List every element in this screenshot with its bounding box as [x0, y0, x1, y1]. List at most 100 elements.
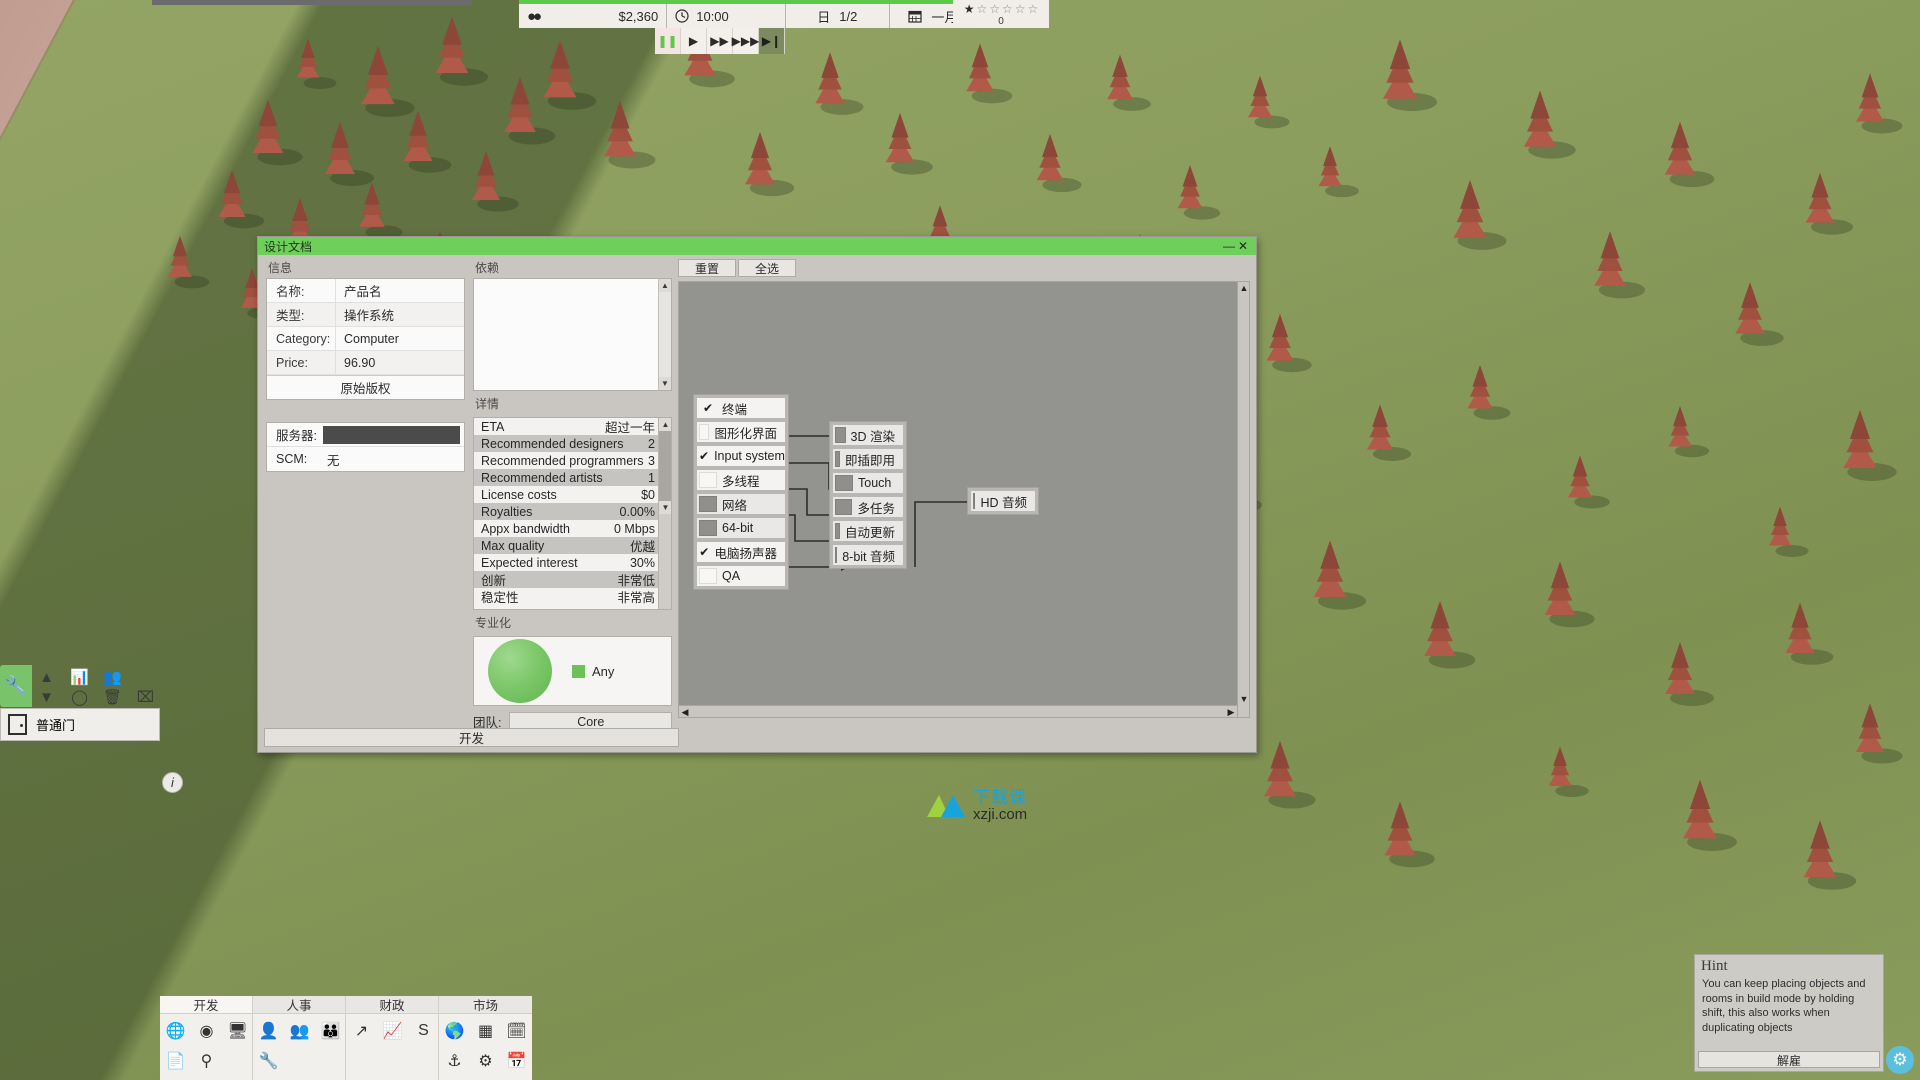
butterfly-icon[interactable]: ⚙ — [478, 1051, 492, 1071]
details-scroll-thumb[interactable] — [659, 431, 671, 501]
node-网络[interactable]: 网络 — [697, 494, 785, 514]
speed-fast-forward-button[interactable]: ▶▶ — [707, 28, 733, 54]
detail-row: 创新 非常低 — [474, 571, 671, 588]
canvas-scroll-down-icon[interactable]: ▼ — [1238, 693, 1250, 705]
server-label: 服务器: — [276, 429, 317, 443]
server-row[interactable]: 服务器: — [267, 423, 464, 447]
group-icon[interactable]: 👪 — [321, 1021, 341, 1041]
ellipse-icon[interactable]: ◯ — [71, 688, 88, 706]
bar-chart-icon[interactable]: 📊 — [70, 668, 89, 686]
calendar2-icon[interactable]: 📅 — [507, 1051, 527, 1071]
close-button[interactable]: ✕ — [1236, 239, 1250, 253]
wrench-icon[interactable]: 🔧 — [0, 665, 32, 707]
arrow-up-icon[interactable]: ↗ — [355, 1021, 368, 1041]
legend-label: Any — [592, 663, 615, 679]
node-Touch[interactable]: Touch — [833, 473, 903, 493]
node-电脑扬声器[interactable]: ✔ 电脑扬声器 — [697, 542, 785, 562]
person-add-icon[interactable]: 👥 — [290, 1021, 310, 1041]
canvas-scroll-left-icon[interactable]: ◀ — [679, 706, 691, 718]
node-Input system[interactable]: ✔ Input system — [697, 446, 785, 466]
info-row-name[interactable]: 名称: 产品名 — [267, 279, 464, 303]
node-8-bit 音频[interactable]: 8-bit 音频 — [833, 545, 903, 565]
top-hud: ●● $2,360 10:00 日 1/2 一月. 1980 — [519, 0, 1049, 56]
speed-pause-button[interactable]: ❚❚ — [655, 28, 681, 54]
dependencies-scrollbar[interactable]: ▲ ▼ — [658, 279, 671, 390]
person-tool-icon[interactable]: 🔧 — [259, 1051, 279, 1071]
room-label: 普通门 — [36, 718, 76, 733]
tab-财政[interactable]: 财政 — [346, 996, 438, 1014]
info-row-price[interactable]: Price: 96.90 — [267, 351, 464, 375]
dependencies-label: 依赖 — [475, 261, 500, 275]
tab-市场[interactable]: 市场 — [439, 996, 532, 1014]
select-all-button[interactable]: 全选 — [738, 259, 796, 277]
info-key: 名称: — [276, 285, 305, 299]
hint-title: Hint — [1701, 958, 1728, 974]
canvas-scrollbar-vertical[interactable]: ▲ ▼ — [1237, 282, 1249, 717]
node-多任务[interactable]: 多任务 — [833, 497, 903, 517]
window-title: 设计文档 — [264, 239, 313, 254]
dollar-s-icon[interactable]: S — [418, 1022, 429, 1040]
monitor-icon[interactable]: 🖥 — [227, 1021, 247, 1041]
speed-faster-forward-button[interactable]: ▶▶▶ — [732, 28, 759, 54]
rating-value: 0 — [998, 15, 1004, 27]
gear-icon[interactable]: ⚙ — [1886, 1046, 1914, 1074]
reset-button[interactable]: 重置 — [678, 259, 736, 277]
line-chart-icon[interactable]: 📈 — [383, 1021, 403, 1041]
globe-market-icon[interactable]: 🌎 — [445, 1021, 465, 1041]
info-button[interactable]: i — [162, 772, 183, 793]
speed-play-button[interactable]: ▶ — [681, 28, 707, 54]
node-3D 渲染[interactable]: 3D 渲染 — [833, 425, 903, 445]
detail-value: 30% — [629, 555, 655, 570]
server-bar[interactable] — [323, 425, 460, 444]
specialization-legend: Any — [572, 664, 614, 679]
scissors-icon[interactable]: ⌧ — [137, 688, 154, 706]
node-QA[interactable]: QA — [697, 566, 785, 586]
window-title-bar[interactable]: 设计文档 — ✕ — [258, 237, 1256, 255]
anchor-icon[interactable]: ⚓ — [447, 1051, 461, 1071]
node-canvas[interactable]: ✔ 终端 图形化界面 ✔ Input system 多线程 网络 64-bit ✔ … — [678, 281, 1250, 718]
trash-icon[interactable]: 🗑 — [103, 688, 122, 706]
details-scroll-up-icon[interactable]: ▲ — [659, 418, 671, 431]
person-icon[interactable]: 👤 — [259, 1021, 279, 1041]
star-filled-icon: ★ — [963, 1, 975, 16]
triangle-up-icon[interactable]: ▲ — [39, 669, 54, 686]
details-scroll-down-icon[interactable]: ▼ — [659, 501, 671, 514]
node-多线程[interactable]: 多线程 — [697, 470, 785, 490]
scm-row[interactable]: SCM: 无 — [267, 447, 464, 471]
canvas-scroll-up-icon[interactable]: ▲ — [1238, 282, 1250, 294]
calendar-market-icon[interactable]: 🗓 — [506, 1021, 526, 1041]
tab-人事[interactable]: 人事 — [253, 996, 345, 1014]
dependencies-list[interactable]: ▲ ▼ — [473, 278, 672, 391]
people-icon[interactable]: 👥 — [103, 668, 122, 686]
grid-icon[interactable]: ▦ — [478, 1021, 493, 1041]
node-64-bit[interactable]: 64-bit — [697, 518, 785, 538]
info-row-type[interactable]: 类型: 操作系统 — [267, 303, 464, 327]
scroll-down-icon[interactable]: ▼ — [659, 377, 671, 390]
copyright-row[interactable]: 原始版权 — [267, 375, 464, 399]
speed-controls[interactable]: ❚❚ ▶ ▶▶ ▶▶▶ ▶❙ — [655, 28, 785, 54]
node-label: Input system — [714, 449, 785, 463]
canvas-scroll-right-icon[interactable]: ▶ — [1225, 706, 1237, 718]
node-自动更新[interactable]: 自动更新 — [833, 521, 903, 541]
speed-skip-button[interactable]: ▶❙ — [759, 28, 785, 54]
info-row-category[interactable]: Category: Computer — [267, 327, 464, 351]
room-selection-panel[interactable]: 普通门 — [0, 708, 160, 741]
scroll-up-icon[interactable]: ▲ — [659, 279, 671, 292]
node-即插即用[interactable]: 即插即用 — [833, 449, 903, 469]
document-icon[interactable]: 📄 — [166, 1051, 186, 1071]
node-终端[interactable]: ✔ 终端 — [697, 398, 785, 418]
flask-icon[interactable]: ⚲ — [201, 1051, 213, 1071]
develop-button[interactable]: 开发 — [264, 728, 679, 747]
details-list[interactable]: ETA 超过一年 Recommended designers 2 Recomme… — [473, 417, 672, 610]
tab-开发[interactable]: 开发 — [160, 996, 252, 1014]
node-HD 音频[interactable]: HD 音频 — [971, 491, 1035, 511]
canvas-scrollbar-horizontal[interactable]: ◀ ▶ — [679, 705, 1237, 717]
minimize-button[interactable]: — — [1222, 239, 1236, 253]
details-scrollbar[interactable]: ▲ ▼ — [658, 418, 671, 609]
hint-action-button[interactable]: 解雇 — [1698, 1051, 1880, 1068]
node-图形化界面[interactable]: 图形化界面 — [697, 422, 785, 442]
globe-icon[interactable]: 🌐 — [166, 1021, 186, 1041]
globe-dark-icon[interactable]: ◉ — [200, 1021, 214, 1041]
triangle-down-icon[interactable]: ▼ — [39, 689, 54, 706]
design-document-window[interactable]: 设计文档 — ✕ 信息 名称: 产品名 类型: 操作系统 Category: C… — [257, 236, 1257, 753]
